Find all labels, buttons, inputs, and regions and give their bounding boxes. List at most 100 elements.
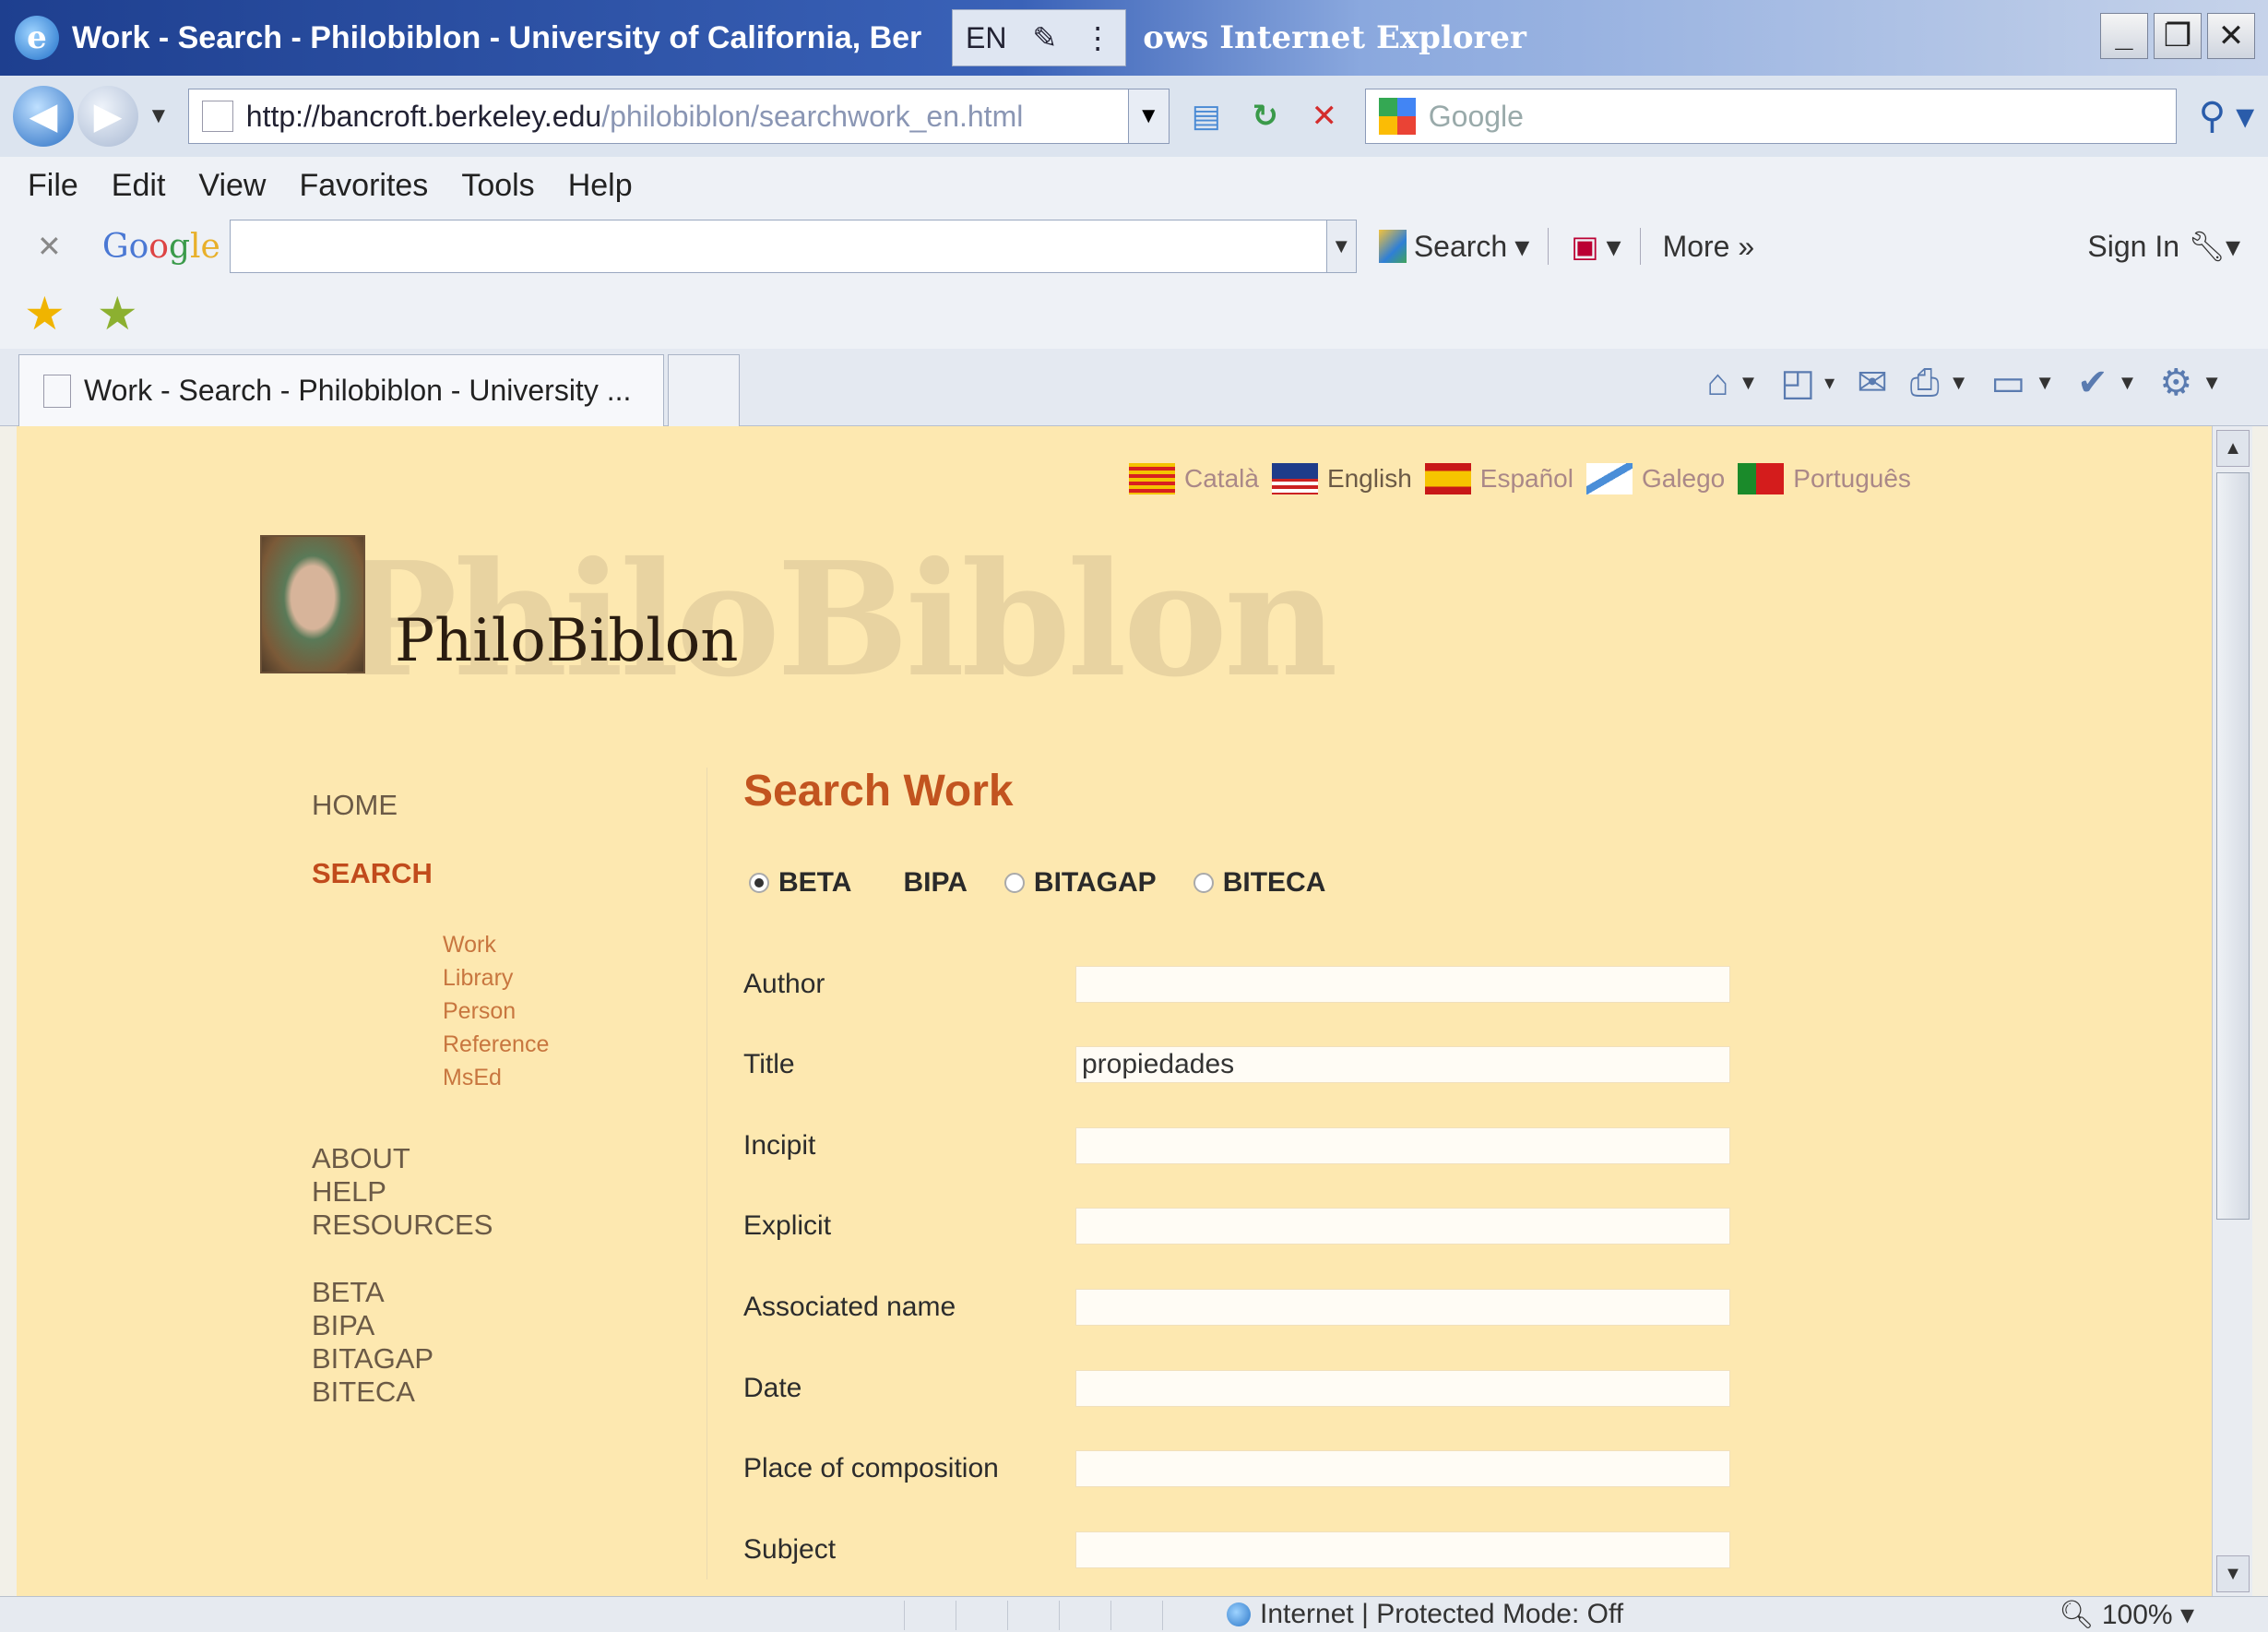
- tab-active[interactable]: Work - Search - Philobiblon - University…: [18, 354, 664, 426]
- nav-search-library[interactable]: Library: [443, 965, 513, 992]
- nav-search-work[interactable]: Work: [443, 932, 496, 959]
- menu-view[interactable]: View: [198, 168, 266, 204]
- safety-icon[interactable]: ✔: [2077, 362, 2108, 404]
- date-label: Date: [743, 1373, 802, 1403]
- nav-beta[interactable]: BETA: [312, 1276, 385, 1309]
- popup-blocker-button[interactable]: ▣ ▾: [1571, 229, 1621, 264]
- scroll-down-arrow-icon[interactable]: ▼: [2216, 1555, 2250, 1592]
- forward-button[interactable]: ▶: [77, 86, 138, 147]
- home-icon[interactable]: ⌂: [1706, 363, 1728, 404]
- close-button[interactable]: ✕: [2207, 13, 2255, 59]
- nav-bipa[interactable]: BIPA: [312, 1309, 374, 1342]
- nav-search-person[interactable]: Person: [443, 998, 516, 1025]
- pen-icon[interactable]: ✎: [1019, 20, 1070, 55]
- google-icon: [1378, 98, 1416, 135]
- zoom-control[interactable]: 🔍︎ 100% ▾: [2059, 1599, 2194, 1631]
- ime-language[interactable]: EN: [953, 21, 1019, 55]
- english-flag-icon[interactable]: [1271, 463, 1318, 494]
- stop-icon[interactable]: ✕: [1302, 94, 1347, 138]
- field-subject: Subject: [743, 1531, 1730, 1568]
- minimize-button[interactable]: _: [2100, 13, 2148, 59]
- radio-bipa-label[interactable]: BIPA: [903, 867, 967, 899]
- close-toolbar-icon[interactable]: ✕: [37, 229, 62, 264]
- google-search-button[interactable]: Search ▾: [1378, 229, 1529, 264]
- incipit-input[interactable]: [1075, 1127, 1730, 1164]
- menu-file[interactable]: File: [28, 168, 78, 204]
- recent-pages-dropdown[interactable]: ▼: [148, 103, 170, 129]
- author-input[interactable]: [1075, 966, 1730, 1003]
- nav-search-reference[interactable]: Reference: [443, 1031, 549, 1058]
- favorites-star-icon[interactable]: ★: [24, 287, 65, 340]
- menu-tools[interactable]: Tools: [461, 168, 534, 204]
- nav-home[interactable]: HOME: [312, 789, 398, 822]
- lang-english[interactable]: English: [1327, 464, 1412, 494]
- explicit-input[interactable]: [1075, 1208, 1730, 1245]
- search-box[interactable]: Google: [1364, 89, 2177, 144]
- ime-options-icon[interactable]: ⋮: [1070, 20, 1125, 55]
- subject-input[interactable]: [1075, 1531, 1730, 1568]
- radio-biteca[interactable]: [1193, 873, 1214, 893]
- restore-button[interactable]: ❐: [2154, 13, 2202, 59]
- page-title: Search Work: [743, 767, 1014, 816]
- add-favorite-icon[interactable]: ★: [97, 287, 138, 340]
- nav-resources[interactable]: RESOURCES: [312, 1209, 493, 1242]
- google-search-dropdown[interactable]: ▼: [1326, 220, 1357, 273]
- lang-espanol[interactable]: Español: [1480, 464, 1573, 494]
- globe-icon: [1227, 1602, 1251, 1626]
- settings-wrench-icon[interactable]: 🔧︎▾: [2188, 229, 2240, 264]
- mail-icon[interactable]: ✉: [1857, 362, 1888, 404]
- vertical-scrollbar[interactable]: ▲ ▼: [2212, 426, 2252, 1596]
- nav-search-msed[interactable]: MsEd: [443, 1065, 502, 1091]
- language-bar[interactable]: EN ✎ ⋮: [952, 9, 1127, 66]
- title-input[interactable]: [1075, 1046, 1730, 1083]
- nav-bitagap[interactable]: BITAGAP: [312, 1342, 433, 1376]
- portuguese-flag-icon[interactable]: [1738, 463, 1785, 494]
- radio-beta-label[interactable]: BETA: [778, 867, 851, 899]
- associated-name-input[interactable]: [1075, 1289, 1730, 1326]
- site-logo[interactable]: PhiloBiblon: [395, 607, 738, 675]
- nav-help[interactable]: HELP: [312, 1175, 386, 1209]
- radio-biteca-label[interactable]: BITECA: [1223, 867, 1326, 899]
- date-input[interactable]: [1075, 1370, 1730, 1407]
- place-of-composition-input[interactable]: [1075, 1450, 1730, 1487]
- sign-in-link[interactable]: Sign In: [2087, 230, 2179, 264]
- galician-flag-icon[interactable]: [1585, 463, 1633, 494]
- security-zone[interactable]: Internet | Protected Mode: Off: [1227, 1599, 1623, 1630]
- page-icon: [43, 374, 71, 408]
- incipit-label: Incipit: [743, 1130, 816, 1161]
- print-icon[interactable]: ⎙: [1910, 363, 1940, 404]
- tab-label: Work - Search - Philobiblon - University…: [84, 374, 632, 407]
- field-author: Author: [743, 966, 1730, 1003]
- nav-search[interactable]: SEARCH: [312, 857, 433, 890]
- radio-bitagap-label[interactable]: BITAGAP: [1034, 867, 1157, 899]
- menu-help[interactable]: Help: [568, 168, 633, 204]
- radio-beta[interactable]: [749, 873, 769, 893]
- more-button[interactable]: More »: [1663, 230, 1755, 264]
- radio-bitagap[interactable]: [1003, 873, 1025, 893]
- lang-catala[interactable]: Català: [1184, 464, 1259, 494]
- catalan-flag-icon[interactable]: [1129, 463, 1175, 494]
- lang-portugues[interactable]: Português: [1793, 464, 1911, 494]
- menu-edit[interactable]: Edit: [112, 168, 166, 204]
- menu-favorites[interactable]: Favorites: [299, 168, 428, 204]
- field-date: Date: [743, 1370, 1730, 1407]
- tools-gear-icon[interactable]: ⚙: [2159, 362, 2192, 404]
- language-selector: Català English Español Galego Português: [1116, 463, 1911, 494]
- compatibility-icon[interactable]: ▤: [1184, 94, 1229, 138]
- google-search-input[interactable]: [229, 220, 1327, 273]
- scroll-up-arrow-icon[interactable]: ▲: [2216, 430, 2250, 467]
- page-menu-icon[interactable]: ▭: [1990, 362, 2025, 404]
- address-field[interactable]: http://bancroft.berkeley.edu /philobiblo…: [187, 89, 1129, 144]
- nav-biteca[interactable]: BITECA: [312, 1376, 415, 1409]
- lang-galego[interactable]: Galego: [1642, 464, 1725, 494]
- feeds-icon[interactable]: ◰: [1780, 362, 1815, 404]
- spanish-flag-icon[interactable]: [1424, 463, 1471, 494]
- search-magnifier-icon[interactable]: ⚲ ▾: [2199, 95, 2255, 137]
- address-dropdown[interactable]: ▼: [1128, 89, 1170, 144]
- refresh-icon[interactable]: ↻: [1243, 94, 1288, 138]
- scroll-thumb[interactable]: [2216, 472, 2250, 1220]
- logo-portrait[interactable]: [260, 535, 365, 673]
- new-tab-button[interactable]: [668, 354, 740, 426]
- back-button[interactable]: ◀: [13, 86, 74, 147]
- nav-about[interactable]: ABOUT: [312, 1142, 410, 1175]
